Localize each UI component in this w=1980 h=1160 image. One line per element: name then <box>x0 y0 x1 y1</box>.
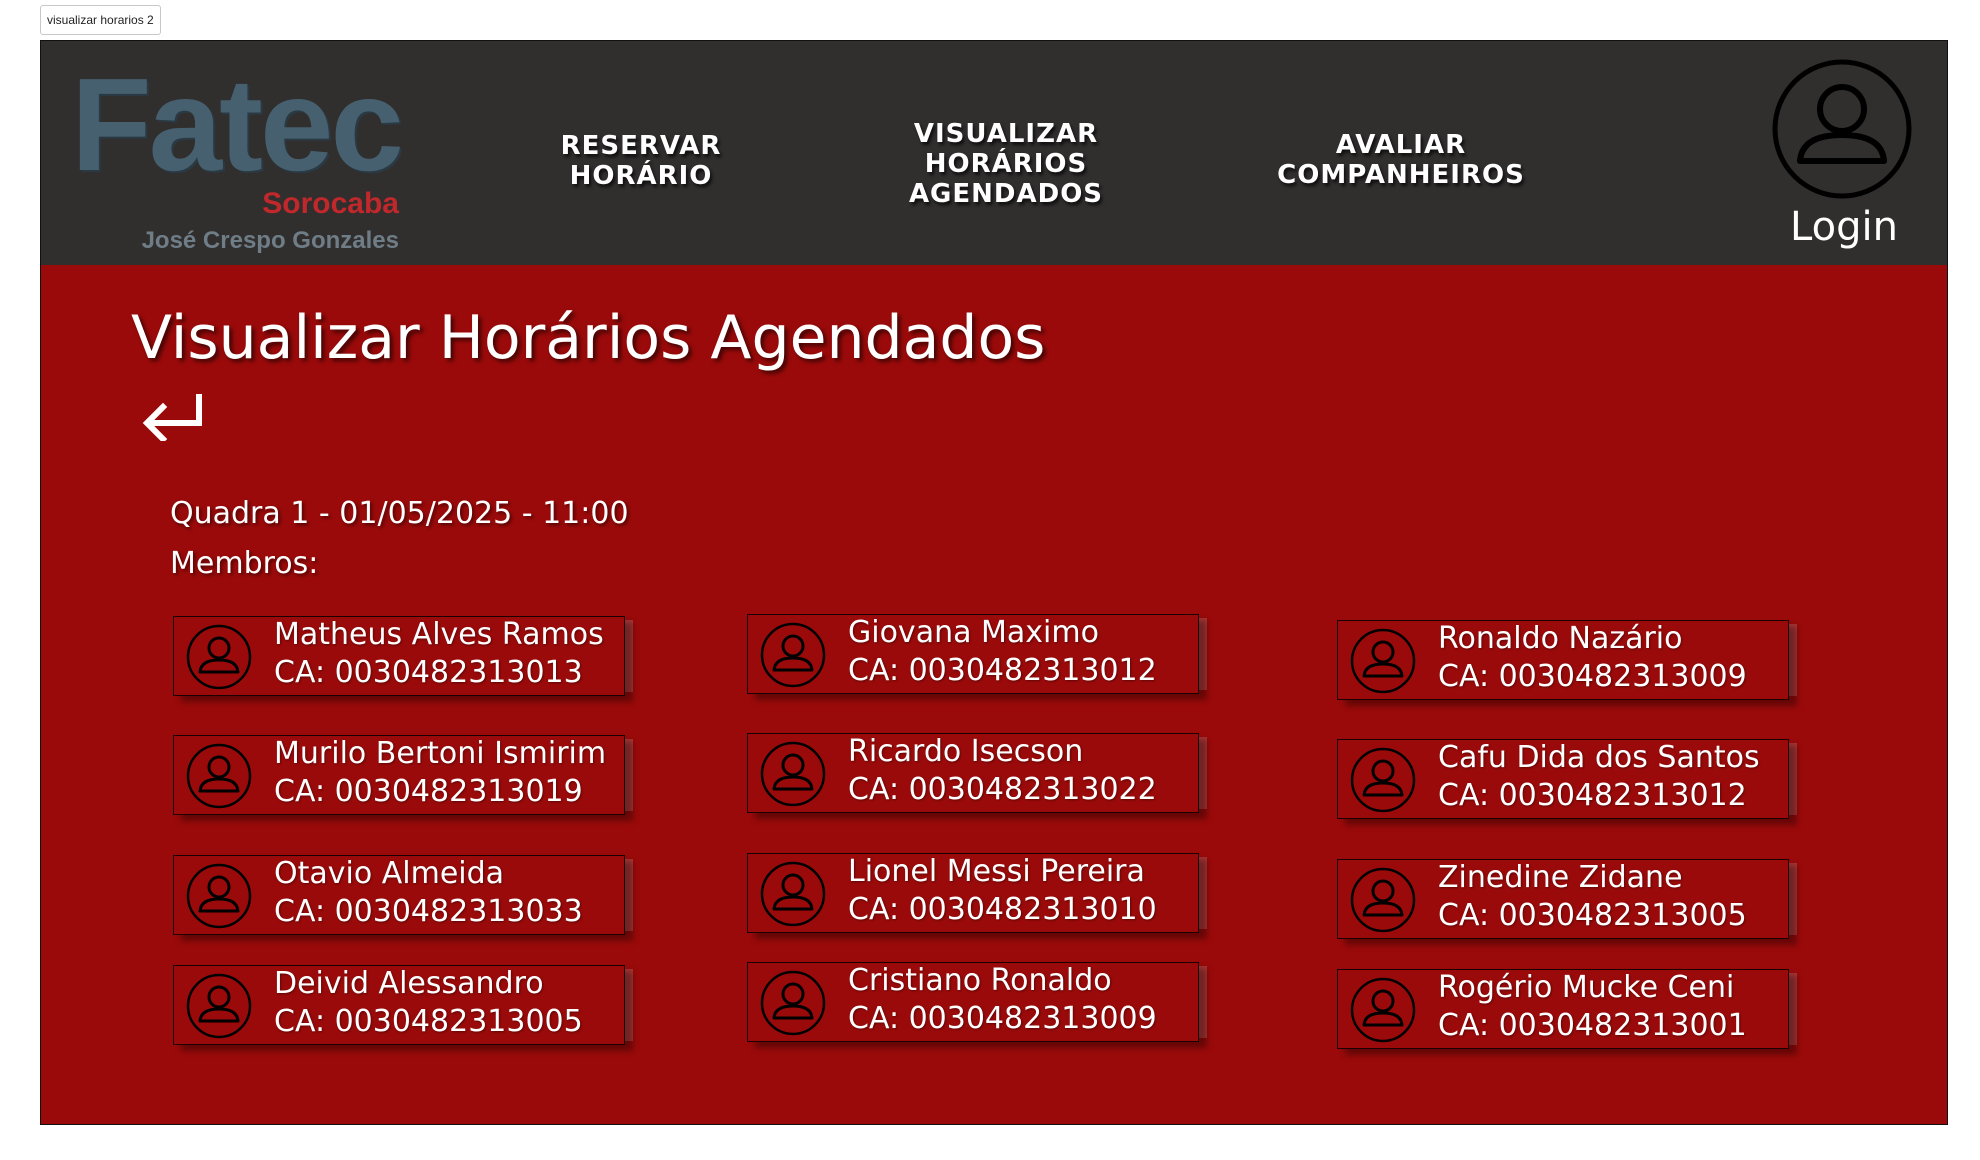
member-name: Cristiano Ronaldo <box>848 963 1112 998</box>
page-title: Visualizar Horários Agendados <box>131 303 1046 373</box>
members-label: Membros: <box>170 546 319 581</box>
user-avatar-icon <box>760 970 826 1036</box>
logo-brand: Fatec <box>71 51 404 198</box>
member-ca: CA: 0030482313012 <box>1438 778 1747 813</box>
member-card[interactable]: Zinedine Zidane CA: 0030482313005 <box>1337 859 1789 939</box>
nav-reservar-horario[interactable]: RESERVAR HORÁRIO <box>541 131 741 191</box>
user-avatar-icon <box>186 743 252 809</box>
member-ca: CA: 0030482313019 <box>274 774 583 809</box>
user-avatar-icon <box>1772 59 1912 199</box>
login-button[interactable]: Login <box>1769 59 1919 259</box>
nav-avaliar-companheiros[interactable]: AVALIAR COMPANHEIROS <box>1251 130 1551 190</box>
member-card[interactable]: Otavio Almeida CA: 0030482313033 <box>173 855 625 935</box>
member-name: Cafu Dida dos Santos <box>1438 740 1760 775</box>
logo-city: Sorocaba <box>262 187 399 220</box>
member-name: Giovana Maximo <box>848 615 1099 650</box>
member-card[interactable]: Giovana Maximo CA: 0030482313012 <box>747 614 1199 694</box>
logo-institution-name: José Crespo Gonzales <box>141 227 399 254</box>
member-card[interactable]: Rogério Mucke Ceni CA: 0030482313001 <box>1337 969 1789 1049</box>
member-name: Otavio Almeida <box>274 856 505 891</box>
member-name: Deivid Alessandro <box>274 966 544 1001</box>
member-ca: CA: 0030482313022 <box>848 772 1157 807</box>
member-ca: CA: 0030482313005 <box>274 1004 583 1039</box>
member-name: Matheus Alves Ramos <box>274 617 604 652</box>
member-card[interactable]: Murilo Bertoni Ismirim CA: 0030482313019 <box>173 735 625 815</box>
member-card[interactable]: Ricardo Isecson CA: 0030482313022 <box>747 733 1199 813</box>
member-card[interactable]: Lionel Messi Pereira CA: 0030482313010 <box>747 853 1199 933</box>
session-info: Quadra 1 - 01/05/2025 - 11:00 <box>170 496 629 531</box>
user-avatar-icon <box>760 741 826 807</box>
member-name: Lionel Messi Pereira <box>848 854 1145 889</box>
user-avatar-icon <box>1350 977 1416 1043</box>
user-avatar-icon <box>1350 628 1416 694</box>
user-avatar-icon <box>760 622 826 688</box>
login-label: Login <box>1790 204 1898 250</box>
member-ca: CA: 0030482313009 <box>1438 659 1747 694</box>
top-navigation-bar: Fatec Sorocaba José Crespo Gonzales RESE… <box>41 41 1947 265</box>
member-card[interactable]: Ronaldo Nazário CA: 0030482313009 <box>1337 620 1789 700</box>
user-avatar-icon <box>186 863 252 929</box>
member-card[interactable]: Cristiano Ronaldo CA: 0030482313009 <box>747 962 1199 1042</box>
user-avatar-icon <box>760 861 826 927</box>
frame-label: visualizar horarios 2 <box>40 5 161 35</box>
member-ca: CA: 0030482313033 <box>274 894 583 929</box>
user-avatar-icon <box>186 624 252 690</box>
member-ca: CA: 0030482313010 <box>848 892 1157 927</box>
member-ca: CA: 0030482313013 <box>274 655 583 690</box>
user-avatar-icon <box>1350 867 1416 933</box>
back-arrow-icon[interactable] <box>137 391 207 441</box>
member-ca: CA: 0030482313005 <box>1438 898 1747 933</box>
member-name: Ronaldo Nazário <box>1438 621 1683 656</box>
user-avatar-icon <box>186 973 252 1039</box>
nav-visualizar-horarios[interactable]: VISUALIZAR HORÁRIOS AGENDADOS <box>886 119 1126 209</box>
user-avatar-icon <box>1350 747 1416 813</box>
member-card[interactable]: Cafu Dida dos Santos CA: 0030482313012 <box>1337 739 1789 819</box>
member-card[interactable]: Matheus Alves Ramos CA: 0030482313013 <box>173 616 625 696</box>
member-ca: CA: 0030482313009 <box>848 1001 1157 1036</box>
app-frame: Fatec Sorocaba José Crespo Gonzales RESE… <box>40 40 1948 1125</box>
member-ca: CA: 0030482313012 <box>848 653 1157 688</box>
fatec-logo[interactable]: Fatec Sorocaba José Crespo Gonzales <box>71 51 404 259</box>
member-name: Rogério Mucke Ceni <box>1438 970 1735 1005</box>
member-name: Zinedine Zidane <box>1438 860 1683 895</box>
member-card[interactable]: Deivid Alessandro CA: 0030482313005 <box>173 965 625 1045</box>
member-name: Murilo Bertoni Ismirim <box>274 736 607 771</box>
member-ca: CA: 0030482313001 <box>1438 1008 1747 1043</box>
member-name: Ricardo Isecson <box>848 734 1084 769</box>
